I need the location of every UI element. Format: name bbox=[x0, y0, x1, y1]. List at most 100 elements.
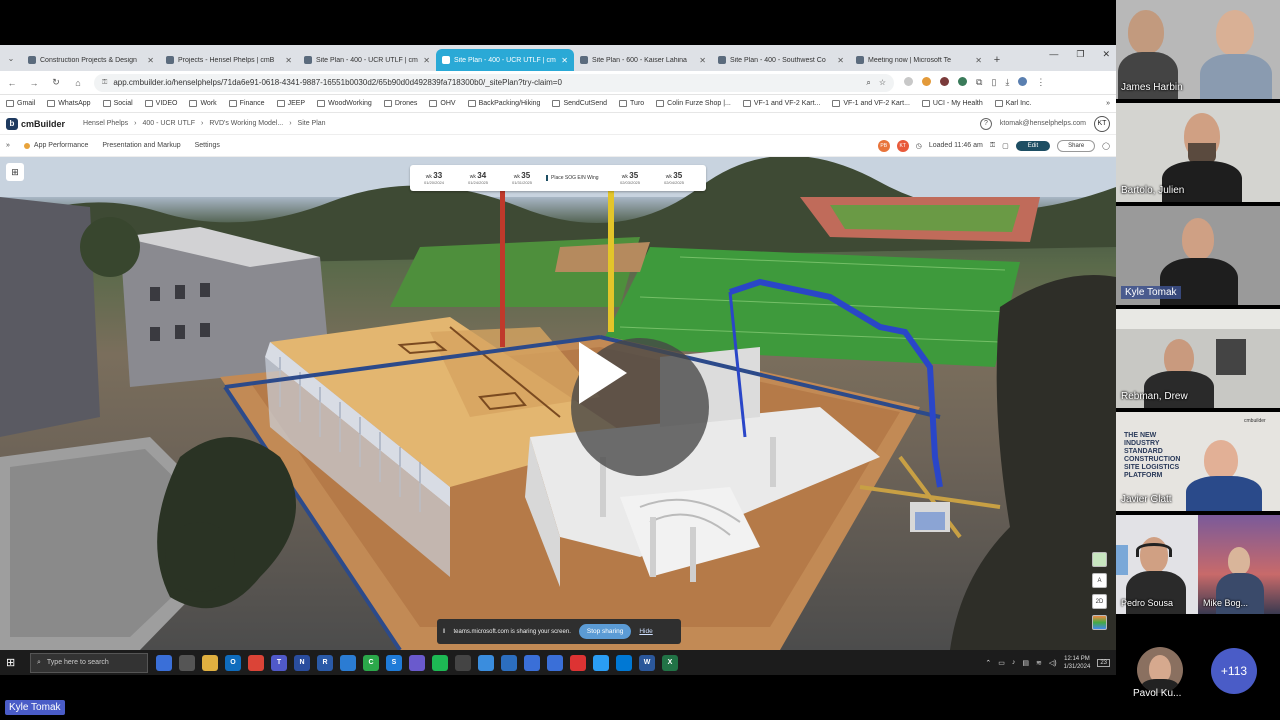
hide-link[interactable]: Hide bbox=[639, 628, 652, 635]
stop-sharing-button[interactable]: Stop sharing bbox=[578, 624, 632, 639]
participant-tile[interactable]: Pedro Sousa bbox=[1116, 515, 1198, 616]
breadcrumb-item[interactable]: 400 - UCR UTLF bbox=[143, 120, 196, 127]
taskbar-app-icon[interactable] bbox=[156, 654, 172, 671]
bookmark-item[interactable]: BackPacking/Hiking bbox=[467, 100, 540, 107]
taskbar-app-icon[interactable] bbox=[524, 654, 540, 671]
bookmark-item[interactable]: Colin Furze Shop |... bbox=[656, 100, 731, 107]
taskbar-app-icon[interactable]: S bbox=[386, 654, 402, 671]
taskbar-app-icon[interactable]: R bbox=[317, 654, 333, 671]
share-button[interactable]: Share bbox=[1057, 139, 1096, 152]
layers-icon[interactable] bbox=[1092, 552, 1107, 567]
taskbar-app-icon[interactable] bbox=[409, 654, 425, 671]
sidebar-icon[interactable]: ▯ bbox=[991, 77, 996, 88]
browser-tab[interactable]: Projects - Hensel Phelps | cmB ✕ bbox=[160, 49, 298, 71]
profile-avatar[interactable] bbox=[1018, 77, 1028, 86]
tab-close-icon[interactable]: ✕ bbox=[837, 56, 844, 65]
menu-presentation-markup[interactable]: Presentation and Markup bbox=[102, 142, 180, 149]
close-window-icon[interactable]: ✕ bbox=[1102, 49, 1110, 60]
taskbar-app-icon[interactable] bbox=[478, 654, 494, 671]
network-icon[interactable]: ▤ bbox=[1022, 659, 1029, 667]
menu-settings[interactable]: Settings bbox=[195, 142, 220, 149]
timeline-week[interactable]: wk 35 02/04/2025 bbox=[654, 171, 694, 185]
bookmark-item[interactable]: WhatsApp bbox=[47, 100, 91, 107]
tray-chevron-icon[interactable]: ⌃ bbox=[985, 659, 991, 667]
timeline-week[interactable]: wk 35 02/03/2025 bbox=[610, 171, 650, 185]
comment-icon[interactable]: ▢ bbox=[1002, 142, 1009, 150]
taskbar-app-icon[interactable] bbox=[432, 654, 448, 671]
bookmark-item[interactable]: VF-1 and VF-2 Kart... bbox=[832, 100, 910, 107]
taskbar-app-icon[interactable] bbox=[547, 654, 563, 671]
tab-close-icon[interactable]: ✕ bbox=[147, 56, 154, 65]
site-plan-3d-view[interactable]: ⊞ wk 33 01/20/2024 wk 34 01/24/2025 wk 35 01/… bbox=[0, 157, 1116, 650]
breadcrumb-item[interactable]: RVD's Working Model... bbox=[209, 120, 283, 127]
tab-search-icon[interactable]: ⌄ bbox=[0, 45, 22, 71]
extension-icon[interactable] bbox=[922, 77, 931, 86]
more-participants-button[interactable]: +113 bbox=[1211, 648, 1257, 694]
taskbar-search-input[interactable]: ⌕ Type here to search bbox=[30, 652, 148, 673]
bookmark-item[interactable]: WoodWorking bbox=[317, 100, 372, 107]
participant-tile[interactable]: James Harbin bbox=[1116, 0, 1280, 101]
participant-tile[interactable]: Bartolo, Julien bbox=[1116, 103, 1280, 204]
2d-toggle-button[interactable]: 2D bbox=[1092, 594, 1107, 609]
reload-icon[interactable]: ↻ bbox=[50, 77, 62, 88]
taskbar-app-icon[interactable] bbox=[501, 654, 517, 671]
bookmark-item[interactable]: Drones bbox=[383, 100, 417, 107]
notification-badge[interactable]: 23 bbox=[1097, 658, 1110, 667]
url-field[interactable]: ⚿ app.cmbuilder.io/henselphelps/71da6e91… bbox=[94, 73, 894, 92]
browser-tab[interactable]: Site Plan - 400 - UCR UTLF | cm ✕ bbox=[436, 49, 574, 71]
tab-close-icon[interactable]: ✕ bbox=[423, 56, 430, 65]
taskbar-app-icon[interactable]: X bbox=[662, 654, 678, 671]
browser-tab[interactable]: Site Plan - 400 - Southwest Co ✕ bbox=[712, 49, 850, 71]
help-icon[interactable]: ? bbox=[979, 117, 992, 130]
site-info-icon[interactable]: ⚿ bbox=[102, 79, 107, 87]
chat-icon[interactable]: ◯ bbox=[1102, 142, 1110, 150]
taskbar-app-icon[interactable] bbox=[616, 654, 632, 671]
participant-tile[interactable]: THE NEW INDUSTRY STANDARD CONSTRUCTION S… bbox=[1116, 412, 1280, 513]
taskbar-app-icon[interactable] bbox=[593, 654, 609, 671]
bookmark-item[interactable]: OHV bbox=[429, 100, 456, 107]
cmbuilder-logo[interactable]: b cmBuilder bbox=[6, 117, 65, 130]
taskbar-app-icon[interactable]: O bbox=[225, 654, 241, 671]
participant-avatar[interactable] bbox=[1137, 647, 1183, 693]
lock-icon[interactable]: ⚿ bbox=[990, 142, 995, 150]
participant-tile[interactable]: Kyle Tomak bbox=[1116, 206, 1280, 307]
extension-icon[interactable] bbox=[940, 77, 949, 86]
browser-tab[interactable]: Construction Projects & Design ✕ bbox=[22, 49, 160, 71]
bookmark-item[interactable]: Karl Inc. bbox=[994, 100, 1031, 107]
timeline-week[interactable]: wk 35 01/31/2025 bbox=[502, 171, 542, 185]
participant-tile[interactable]: Mike Bog... bbox=[1198, 515, 1280, 616]
taskbar-app-icon[interactable]: W bbox=[639, 654, 655, 671]
mic-icon[interactable]: ♪ bbox=[1012, 659, 1016, 666]
download-icon[interactable]: ⤓ bbox=[1005, 77, 1009, 88]
video-play-button[interactable] bbox=[571, 338, 709, 476]
chrome-menu-icon[interactable]: ⋮ bbox=[1036, 77, 1045, 88]
presence-avatar[interactable]: PB bbox=[877, 139, 890, 152]
minimize-icon[interactable]: — bbox=[1049, 49, 1058, 60]
forward-icon[interactable]: → bbox=[28, 78, 40, 88]
taskbar-app-icon[interactable] bbox=[455, 654, 471, 671]
browser-tab[interactable]: Site Plan - 600 - Kaiser Lahina ✕ bbox=[574, 49, 712, 71]
expand-panel-icon[interactable]: » bbox=[6, 142, 10, 149]
camera-icon[interactable]: ▭ bbox=[998, 659, 1005, 667]
bookmark-star-icon[interactable]: ☆ bbox=[879, 78, 886, 88]
bookmark-item[interactable]: Gmail bbox=[6, 100, 35, 107]
home-icon[interactable]: ⌂ bbox=[72, 78, 84, 88]
bookmark-item[interactable]: Turo bbox=[619, 100, 644, 107]
north-arrow-icon[interactable]: A bbox=[1092, 573, 1107, 588]
tab-close-icon[interactable]: ✕ bbox=[699, 56, 706, 65]
bookmark-item[interactable]: VF-1 and VF-2 Kart... bbox=[742, 100, 820, 107]
bookmark-item[interactable]: UCI - My Health bbox=[921, 100, 983, 107]
back-icon[interactable]: ← bbox=[6, 78, 18, 88]
windows-start-icon[interactable]: ⊞ bbox=[6, 656, 22, 669]
timeline-event[interactable]: Place SOG E/N Wing bbox=[546, 175, 606, 181]
user-avatar[interactable]: KT bbox=[1094, 115, 1110, 132]
taskbar-app-icon[interactable] bbox=[179, 654, 195, 671]
bookmark-item[interactable]: Finance bbox=[228, 100, 265, 107]
participant-tile[interactable]: Rebman, Drew bbox=[1116, 309, 1280, 410]
extension-icon[interactable] bbox=[904, 77, 913, 86]
breadcrumb-item[interactable]: Site Plan bbox=[298, 120, 326, 127]
model-tree-button[interactable]: ⊞ bbox=[6, 163, 24, 181]
taskbar-app-icon[interactable] bbox=[340, 654, 356, 671]
extensions-puzzle-icon[interactable]: ⧉ bbox=[976, 77, 982, 88]
taskbar-app-icon[interactable] bbox=[202, 654, 218, 671]
